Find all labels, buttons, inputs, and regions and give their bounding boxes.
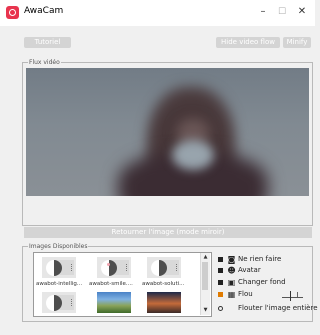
maximize-button[interactable]: ☐ (271, 3, 293, 21)
minify-button[interactable]: Minify (283, 37, 311, 48)
image-icon: ▣ (227, 278, 236, 287)
option-label: Changer fond (238, 278, 286, 286)
scroll-down-arrow-icon[interactable]: ▼ (202, 307, 209, 314)
blur-slider-tick (297, 292, 298, 297)
thumbnail-logo (46, 260, 62, 276)
close-button[interactable]: ✕ (291, 3, 313, 21)
radio-icon[interactable] (218, 306, 223, 311)
blur-slider-handle[interactable] (290, 291, 291, 301)
thumbnail-device-2[interactable] (42, 292, 76, 313)
scroll-up-arrow-icon[interactable]: ▲ (202, 254, 209, 261)
option-label: Flou (238, 290, 253, 298)
tutorial-button[interactable]: Tutoriel (24, 37, 71, 48)
window-title: AwaCam (24, 6, 64, 16)
hide-video-flow-button[interactable]: Hide video flow (216, 37, 280, 48)
thumbnail-dots (71, 299, 74, 306)
thumbnail-logo (46, 295, 62, 311)
video-group-label: Flux vidéo (28, 58, 61, 67)
user-icon: ☻ (227, 266, 236, 275)
blur-icon: ▦ (227, 290, 236, 299)
thumbnail-awabot-solution[interactable] (147, 257, 181, 278)
title-bar: AwaCam – ☐ ✕ (0, 0, 315, 26)
option-label: Ne rien faire (238, 255, 282, 263)
thumbnail-accent (107, 263, 110, 266)
thumbnail-caption: awabot-smile.... (89, 281, 133, 287)
scrollbar-thumb[interactable] (202, 262, 208, 290)
thumbnail-landscape[interactable] (97, 292, 131, 313)
thumbnail-awabot-smile[interactable] (97, 257, 131, 278)
option-label: Flouter l'image entière (238, 304, 318, 312)
option-label: Avatar (238, 266, 261, 274)
image-gallery[interactable]: awabot-intellig... awabot-smile.... awab… (33, 252, 212, 317)
blur-slider-track[interactable] (282, 297, 303, 298)
option-marker (218, 280, 223, 285)
awacam-app-icon (6, 6, 19, 19)
gallery-scrollbar[interactable]: ▲ ▼ (200, 253, 210, 315)
thumbnail-logo (151, 260, 167, 276)
thumbnail-sunset[interactable] (147, 292, 181, 313)
video-preview (26, 68, 309, 196)
thumbnail-awabot-intelligence[interactable] (42, 257, 76, 278)
option-marker (218, 257, 223, 262)
option-marker (218, 268, 223, 273)
images-group-label: Images Disponibles (28, 242, 89, 251)
video-subject-mask (172, 140, 214, 170)
flip-image-button[interactable]: Retourner l'image (mode miroir) (24, 227, 312, 238)
camera-icon: ◙ (227, 255, 236, 264)
thumbnail-caption: awabot-intellig... (36, 281, 83, 287)
thumbnail-dots (176, 264, 179, 271)
thumbnail-dots (71, 264, 74, 271)
option-marker-selected (218, 292, 223, 297)
thumbnail-dots (126, 264, 129, 271)
thumbnail-caption: awabot-soluti... (142, 281, 185, 287)
